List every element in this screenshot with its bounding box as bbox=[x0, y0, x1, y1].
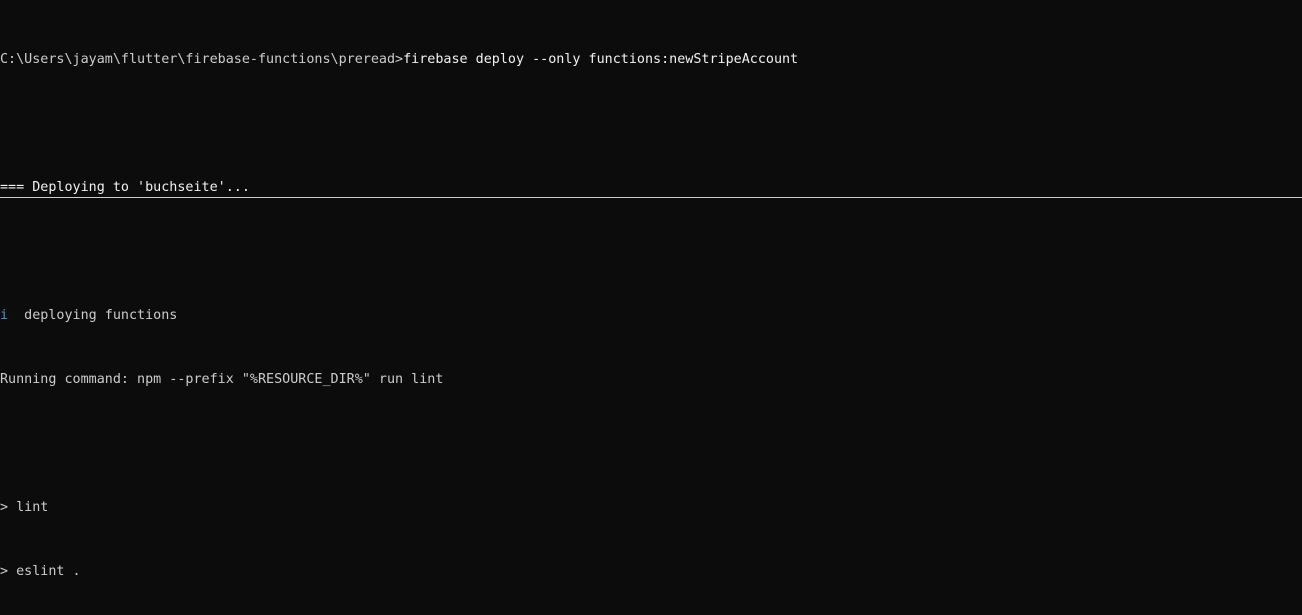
info-text: deploying functions bbox=[8, 308, 178, 323]
eslint-path-underline-rule bbox=[0, 197, 1302, 198]
command-line: C:\Users\jayam\flutter\firebase-function… bbox=[0, 52, 1302, 68]
info-deploying-functions: i deploying functions bbox=[0, 308, 1302, 324]
info-icon: i bbox=[0, 308, 9, 323]
npm-script-lint: > lint bbox=[0, 500, 49, 515]
npm-script-eslint: > eslint . bbox=[0, 564, 81, 579]
running-command-line: Running command: npm --prefix "%RESOURCE… bbox=[0, 372, 444, 387]
terminal-window[interactable]: C:\Users\jayam\flutter\firebase-function… bbox=[0, 0, 1302, 615]
shell-prompt: C:\Users\jayam\flutter\firebase-function… bbox=[0, 52, 404, 67]
typed-command: firebase deploy --only functions:newStri… bbox=[403, 52, 799, 67]
deploying-banner: === Deploying to 'buchseite'... bbox=[0, 180, 250, 195]
terminal-screen: C:\Users\jayam\flutter\firebase-function… bbox=[0, 4, 1302, 615]
